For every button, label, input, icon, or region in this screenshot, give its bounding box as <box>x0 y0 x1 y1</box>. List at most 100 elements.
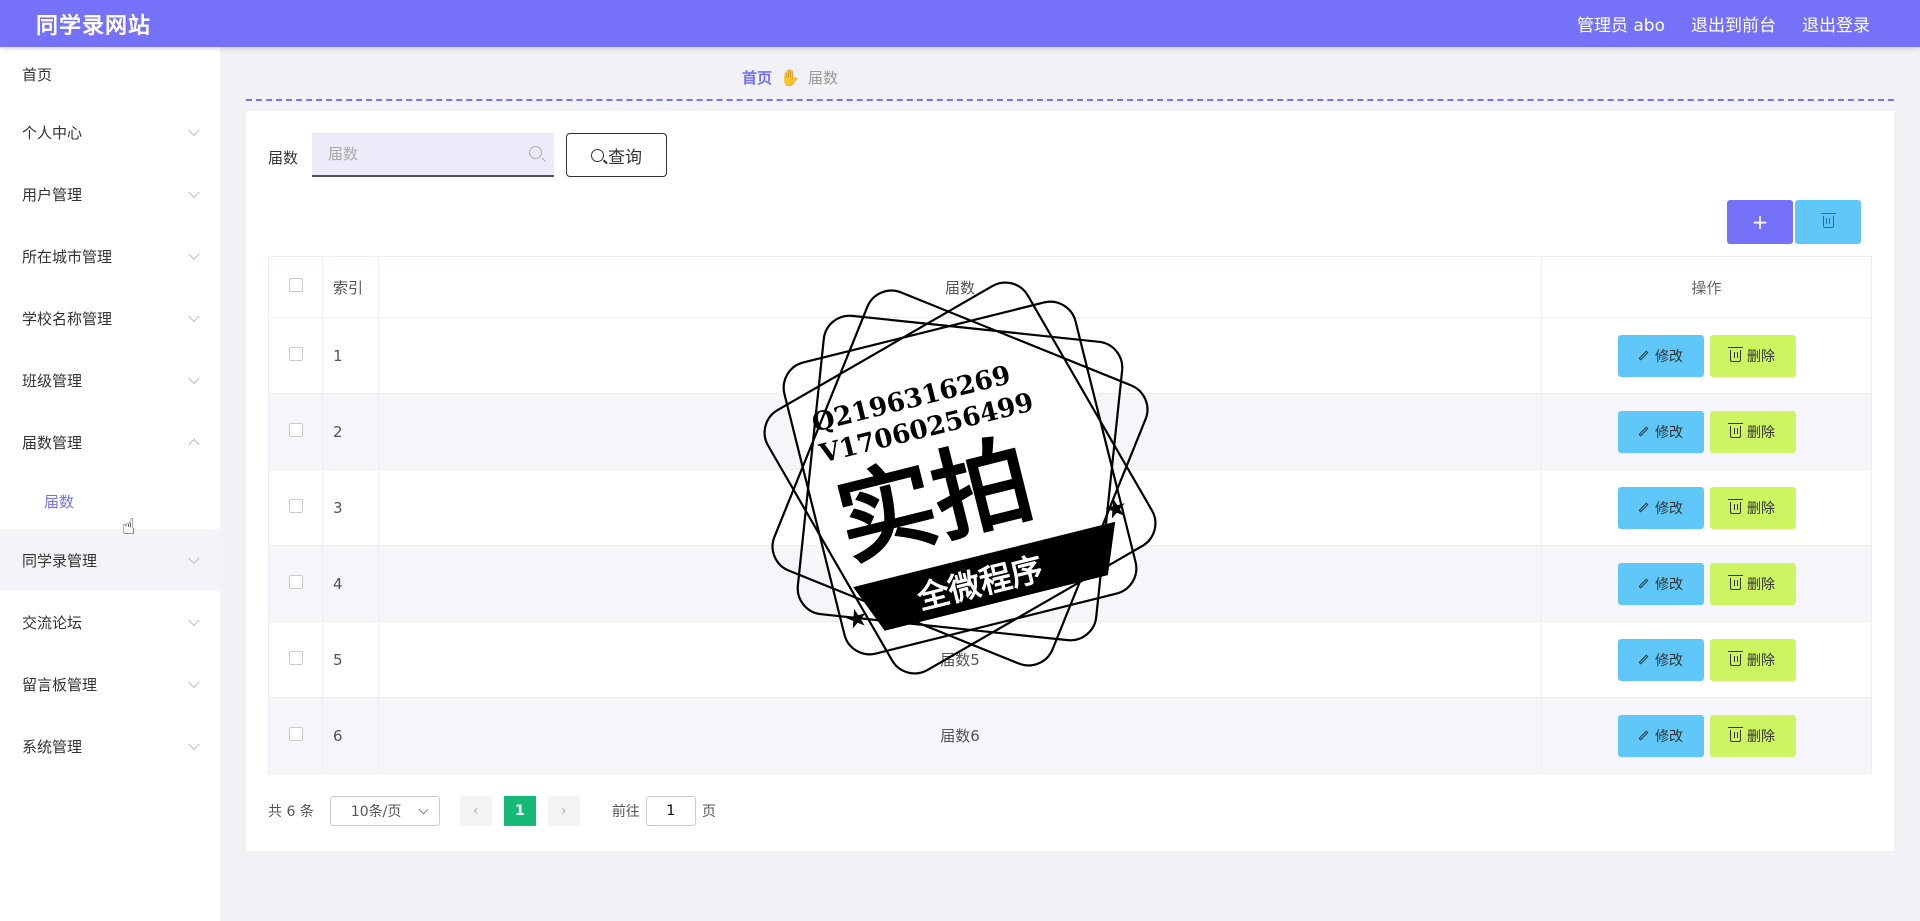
row-checkbox[interactable] <box>288 498 303 513</box>
plus-icon: + <box>1751 210 1769 234</box>
search-icon <box>529 146 542 159</box>
sidebar-menu: 首页 个人中心 用户管理 所在城市管理 学校名称管理 班级管理 届数管理 届数 … <box>0 47 220 921</box>
delete-label: 删除 <box>1747 576 1775 593</box>
column-header-ops: 操作 <box>1541 256 1872 318</box>
top-navbar: 同学录网站 管理员 abo 退出到前台 退出登录 <box>0 0 1920 47</box>
sidebar-item-personal-center[interactable]: 个人中心 <box>0 101 220 163</box>
delete-button[interactable]: 删除 <box>1709 562 1796 605</box>
delete-button[interactable]: 删除 <box>1709 486 1796 529</box>
select-all-checkbox[interactable] <box>288 278 303 292</box>
edit-button[interactable]: 修改 <box>1617 714 1704 757</box>
row-checkbox[interactable] <box>288 650 303 665</box>
edit-label: 修改 <box>1655 500 1683 517</box>
table-row: 4 届数4 修改 删除 <box>268 545 1872 622</box>
chevron-down-icon <box>188 552 200 565</box>
sidebar-item-system-management[interactable]: 系统管理 <box>0 715 220 777</box>
query-button[interactable]: 查询 <box>566 133 667 177</box>
edit-button[interactable]: 修改 <box>1617 486 1704 529</box>
chevron-down-icon <box>188 738 200 751</box>
delete-button[interactable]: 删除 <box>1709 714 1796 757</box>
edit-label: 修改 <box>1655 652 1683 669</box>
search-input[interactable] <box>328 145 518 163</box>
pencil-icon <box>1638 730 1649 741</box>
chevron-up-icon <box>188 438 200 451</box>
add-button[interactable]: + <box>1727 200 1793 244</box>
logout-link[interactable]: 退出登录 <box>1802 11 1870 36</box>
trash-icon <box>1728 422 1743 438</box>
next-page-button[interactable]: › <box>547 796 580 826</box>
edit-label: 修改 <box>1655 348 1683 365</box>
pencil-icon <box>1638 426 1649 437</box>
sidebar-item-home[interactable]: 首页 <box>0 47 220 101</box>
delete-button[interactable]: 删除 <box>1709 410 1796 453</box>
pencil-icon <box>1638 350 1649 361</box>
chevron-down-icon <box>188 186 200 199</box>
edit-button[interactable]: 修改 <box>1617 334 1704 377</box>
table-row: 6 届数6 修改 删除 <box>268 697 1872 774</box>
sidebar-item-label: 届数 <box>44 492 75 511</box>
column-header-index: 索引 <box>322 256 379 318</box>
sidebar-item-city-management[interactable]: 所在城市管理 <box>0 225 220 287</box>
edit-label: 修改 <box>1655 424 1683 441</box>
sidebar-item-label: 系统管理 <box>22 737 83 756</box>
page-size-select[interactable]: 10条/页 <box>329 796 440 826</box>
delete-button[interactable]: 删除 <box>1709 638 1796 681</box>
chevron-down-icon <box>188 310 200 323</box>
content-card: 届数 查询 + 索引 届数 操作 12000届修改删除2届数2修改删除3届数3修… <box>246 111 1894 851</box>
row-checkbox[interactable] <box>288 422 303 437</box>
row-index: 2 <box>322 393 379 470</box>
sidebar-item-message-board[interactable]: 留言板管理 <box>0 653 220 715</box>
edit-button[interactable]: 修改 <box>1617 638 1704 681</box>
chevron-down-icon <box>188 372 200 385</box>
chevron-down-icon <box>188 676 200 689</box>
search-field[interactable] <box>312 133 554 177</box>
row-checkbox[interactable] <box>288 574 303 589</box>
goto-label: 前往 <box>611 804 640 820</box>
pagination: 共 6 条 10条/页 ‹ 1 › 前往 页 <box>268 796 716 826</box>
sidebar-item-label: 个人中心 <box>22 123 83 142</box>
row-session-value: 届数3 <box>378 469 1542 546</box>
sidebar-item-class-management[interactable]: 班级管理 <box>0 349 220 411</box>
delete-button[interactable]: 删除 <box>1709 334 1796 377</box>
row-checkbox[interactable] <box>288 726 303 741</box>
sidebar-item-session-management[interactable]: 届数管理 <box>0 411 220 473</box>
site-title: 同学录网站 <box>36 13 152 39</box>
prev-page-button[interactable]: ‹ <box>459 796 492 826</box>
row-checkbox[interactable] <box>288 346 303 361</box>
sidebar-item-user-management[interactable]: 用户管理 <box>0 163 220 225</box>
sidebar-item-label: 交流论坛 <box>22 613 83 632</box>
back-to-front-link[interactable]: 退出到前台 <box>1691 11 1776 36</box>
edit-button[interactable]: 修改 <box>1617 562 1704 605</box>
sidebar-item-school-management[interactable]: 学校名称管理 <box>0 287 220 349</box>
chevron-down-icon <box>188 124 200 137</box>
goto-page-input[interactable] <box>645 796 696 826</box>
sidebar-item-forum[interactable]: 交流论坛 <box>0 591 220 653</box>
session-table: 索引 届数 操作 1 2000届 修改 删除 2 届数2 修改 删除 3 届数3 修改 删除 4 届数4 修… <box>268 256 1872 774</box>
table-row: 1 2000届 修改 删除 <box>268 317 1872 394</box>
row-index: 5 <box>322 621 379 698</box>
edit-label: 修改 <box>1655 576 1683 593</box>
main-content: 首页 ✋ 届数 届数 查询 + 索引 届数 操作 12000届修改删除2 <box>220 47 1920 921</box>
sidebar-subitem-session[interactable]: 届数 <box>0 473 220 529</box>
batch-delete-button[interactable] <box>1795 200 1861 244</box>
sidebar-item-label: 所在城市管理 <box>22 247 113 266</box>
edit-button[interactable]: 修改 <box>1617 410 1704 453</box>
page-number-current[interactable]: 1 <box>503 796 536 826</box>
total-count: 共 6 条 <box>268 804 314 820</box>
admin-user-label[interactable]: 管理员 abo <box>1577 11 1665 36</box>
table-row: 2 届数2 修改 删除 <box>268 393 1872 470</box>
trash-icon <box>1820 213 1836 228</box>
search-icon <box>591 148 604 162</box>
divider <box>246 99 1894 101</box>
trash-icon <box>1728 650 1743 666</box>
delete-label: 删除 <box>1747 652 1775 669</box>
sidebar-item-alumni-management[interactable]: 同学录管理 <box>0 529 220 591</box>
breadcrumb-home[interactable]: 首页 <box>742 67 772 88</box>
sidebar-item-label: 同学录管理 <box>22 551 98 570</box>
chevron-down-icon <box>188 614 200 627</box>
mouse-pointer-icon: ☝ <box>122 515 136 540</box>
row-index: 6 <box>322 697 379 774</box>
column-header-session: 届数 <box>378 256 1542 318</box>
edit-label: 修改 <box>1655 728 1683 745</box>
trash-icon <box>1728 498 1743 514</box>
